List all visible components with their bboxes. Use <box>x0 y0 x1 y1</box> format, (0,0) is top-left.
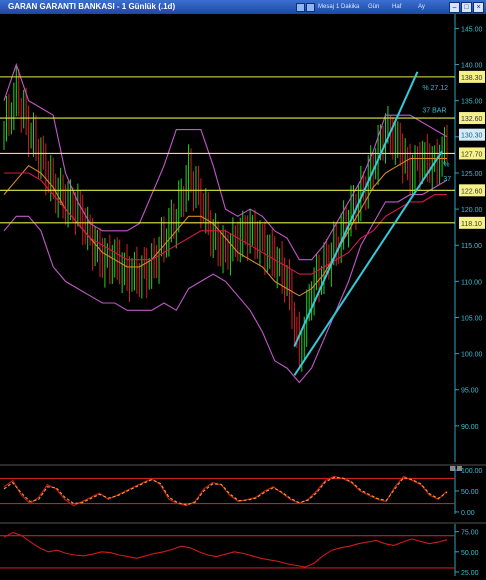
panel-tick-label: 50.00 <box>461 550 479 557</box>
channel-bar-label-2: 37 <box>443 176 451 183</box>
price-axis-tick-label: 135.00 <box>461 99 483 106</box>
price-axis-tick-label: 145.00 <box>461 26 483 33</box>
panel-settings-icon <box>450 466 455 471</box>
indicator-icon[interactable] <box>306 3 315 12</box>
price-axis-tick-label: 120.00 <box>461 207 483 214</box>
panel-close-icon <box>457 466 462 471</box>
toolbar-text-4[interactable]: Ay <box>418 0 425 14</box>
price-axis-tick-label: 100.00 <box>461 352 483 359</box>
window-title: GARAN GARANTI BANKASI - 1 Günlük (.1d) <box>8 2 176 11</box>
minimize-icon[interactable]: – <box>449 2 460 13</box>
level-price-label: 122.60 <box>461 188 483 195</box>
window-titlebar: GARAN GARANTI BANKASI - 1 Günlük (.1d) M… <box>0 0 486 14</box>
price-axis-tick-label: 140.00 <box>461 63 483 70</box>
panel-tick-label: 0.00 <box>461 510 475 517</box>
level-price-label: 127.70 <box>461 151 483 158</box>
last-price-label: 130.30 <box>461 133 483 140</box>
panel-tick-label: 25.00 <box>461 570 479 577</box>
toolbar-text-2[interactable]: Gün <box>368 0 379 14</box>
toolbar-text-1[interactable]: 1 Dakika <box>336 0 359 14</box>
panel-tick-label: 50.00 <box>461 489 479 496</box>
channel-percent-label: % 27.12 <box>422 85 448 92</box>
level-price-label: 118.10 <box>461 221 482 228</box>
chart-type-icon[interactable] <box>296 3 305 12</box>
panel-tick-label: 100.00 <box>461 468 483 475</box>
price-axis-tick-label: 110.00 <box>461 279 482 286</box>
price-axis-tick-label: 95.00 <box>461 388 479 395</box>
toolbar-text-3[interactable]: Haf <box>392 0 401 14</box>
level-price-label: 138.30 <box>461 75 483 82</box>
price-axis-tick-label: 115.00 <box>461 243 482 250</box>
chart-canvas[interactable]: 90.00 95.00 100.00 105.00 110.00 115.00 120.00… <box>0 14 486 580</box>
toolbar-text-0[interactable]: Mesaj <box>318 0 334 14</box>
price-axis-tick-label: 105.00 <box>461 315 483 322</box>
chart-background <box>0 14 486 580</box>
panel-tick-label: 75.00 <box>461 530 479 537</box>
price-axis-tick-label: 90.00 <box>461 424 479 431</box>
price-axis-tick-label: 125.00 <box>461 171 483 178</box>
channel-percent-label-2: % <box>443 161 449 168</box>
maximize-icon[interactable]: □ <box>461 2 472 13</box>
close-icon[interactable]: × <box>473 2 484 13</box>
channel-bar-label: 37 BAR <box>422 107 446 114</box>
level-price-label: 132.60 <box>461 116 483 123</box>
